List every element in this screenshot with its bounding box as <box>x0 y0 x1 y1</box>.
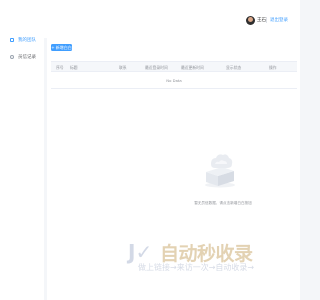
table-header: 序号 标题 联系 最近登录时间 最近更新时间 显示状态 操作 <box>51 61 297 72</box>
watermark-logo-icon: J✓ <box>128 240 153 264</box>
column-header-contact: 联系 <box>119 64 127 70</box>
username[interactable]: 王石 <box>257 17 266 23</box>
header-divider <box>266 17 267 23</box>
add-button[interactable]: + 新增白白 <box>51 44 72 51</box>
sidebar-item-label: 我的团队 <box>18 38 36 43</box>
watermark: J✓ 自动秒收录 做上链接→来访一次→自动收录→ <box>128 236 288 276</box>
data-table: 序号 标题 联系 最近登录时间 最近更新时间 显示状态 操作 No Data <box>51 61 297 89</box>
top-bar: 王石 退出登录 <box>0 0 300 38</box>
empty-state-message: 暂无员信数据，请点击新增白白按钮 <box>194 201 252 205</box>
logout-link[interactable]: 退出登录 <box>270 17 288 23</box>
column-header-index: 序号 <box>56 64 64 70</box>
sidebar: 我的团队 员信记录 <box>0 38 44 300</box>
empty-box-illustration <box>205 154 235 188</box>
table-empty-row: No Data <box>51 72 297 89</box>
watermark-subtitle: 做上链接→来访一次→自动收录→ <box>138 263 255 272</box>
file-icon <box>10 38 14 42</box>
column-header-last-login: 最近登录时间 <box>145 64 168 70</box>
sidebar-item-label: 员信记录 <box>18 55 36 60</box>
column-header-last-update: 最近更新时间 <box>181 64 204 70</box>
sidebar-item-records[interactable]: 员信记录 <box>10 53 36 61</box>
column-header-status: 显示状态 <box>226 64 242 70</box>
clock-icon <box>10 55 14 59</box>
sidebar-item-my-team[interactable]: 我的团队 <box>10 36 36 44</box>
column-header-actions: 操作 <box>269 64 277 70</box>
avatar[interactable] <box>246 16 255 25</box>
column-header-title: 标题 <box>70 64 78 70</box>
